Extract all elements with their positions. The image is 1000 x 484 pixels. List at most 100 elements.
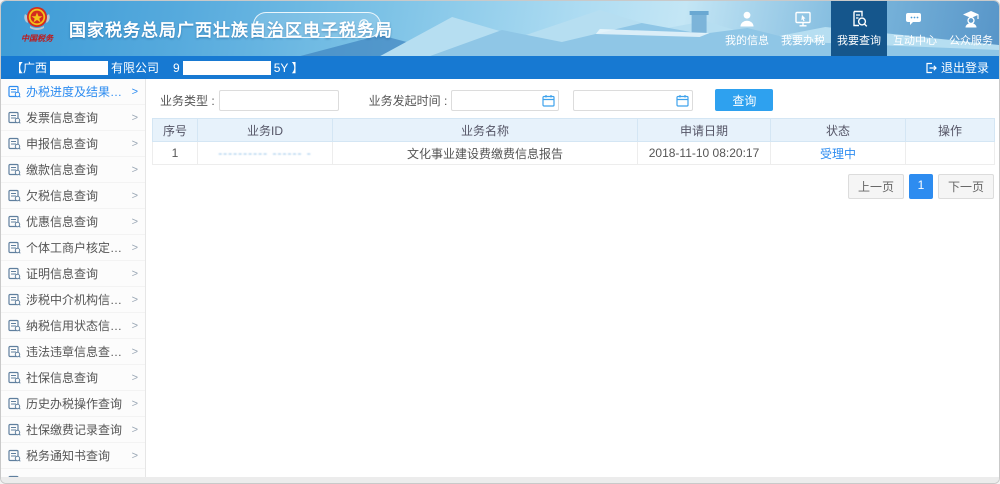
- prev-page-button[interactable]: 上一页: [847, 174, 904, 199]
- pagination: 上一页 1 下一页: [152, 174, 994, 199]
- sidebar-item-label: 缴款信息查询: [26, 163, 99, 177]
- company-name-prefix: 【广西: [11, 61, 48, 75]
- taxid-prefix: 9: [173, 60, 180, 75]
- menu-doc-icon: [8, 85, 21, 98]
- chevron-right-icon: >: [131, 397, 138, 410]
- chevron-right-icon: >: [131, 215, 138, 228]
- cell-action: [905, 141, 995, 165]
- search-icon: [359, 19, 372, 32]
- business-type-input[interactable]: [218, 89, 339, 111]
- menu-doc-icon: [8, 293, 21, 306]
- sidebar-item-label: 税务通知书查询: [26, 449, 111, 463]
- nav-label: 我的信息: [725, 35, 769, 47]
- cell-apply-date: 2018-11-10 08:20:17: [637, 141, 771, 165]
- cell-status-link[interactable]: 受理中: [820, 147, 856, 161]
- chevron-right-icon: >: [131, 267, 138, 280]
- sidebar-item-10[interactable]: 违法违章信息查询类 >: [1, 339, 145, 365]
- sidebar-item-1[interactable]: 发票信息查询 >: [1, 105, 145, 131]
- graduate-icon: [963, 11, 979, 28]
- menu-doc-icon: [8, 371, 21, 384]
- table-row: 1 ---------- ------ - 文化事业建设费缴费信息报告 2018…: [152, 141, 995, 165]
- sidebar-item-11[interactable]: 社保信息查询 >: [1, 365, 145, 391]
- chevron-right-icon: >: [131, 293, 138, 306]
- chevron-right-icon: >: [131, 345, 138, 358]
- chevron-right-icon: >: [131, 371, 138, 384]
- sidebar-item-label: 办税进度及结果信息查询: [26, 85, 129, 99]
- sidebar-item-5[interactable]: 优惠信息查询 >: [1, 209, 145, 235]
- main-content: 业务类型 : 业务发起时间 : 查询 序号 业务ID 业务名称 申请日期 状态 …: [146, 79, 999, 477]
- chat-icon: [906, 13, 921, 25]
- national-emblem-icon: [24, 7, 50, 30]
- nav-tax-handling[interactable]: 我要办税: [775, 1, 831, 56]
- redacted-company-name: [50, 60, 109, 75]
- sidebar-item-7[interactable]: 证明信息查询 >: [1, 261, 145, 287]
- sidebar-item-9[interactable]: 纳税信用状态信息查询>: [1, 313, 145, 339]
- menu-doc-icon: [8, 423, 21, 436]
- cell-seq: 1: [152, 141, 198, 165]
- col-seq: 序号: [152, 118, 198, 142]
- menu-doc-icon: [8, 449, 21, 462]
- company-name-suffix: 有限公司: [111, 61, 160, 75]
- menu-doc-icon: [8, 163, 21, 176]
- next-page-button[interactable]: 下一页: [937, 174, 994, 199]
- logout-icon: [926, 62, 937, 73]
- filter-bar: 业务类型 : 业务发起时间 : 查询: [152, 86, 991, 114]
- start-time-label: 业务发起时间 :: [368, 93, 448, 108]
- business-type-label: 业务类型 :: [160, 93, 215, 108]
- query-button[interactable]: 查询: [715, 89, 774, 111]
- nav-public-service[interactable]: 公众服务: [943, 1, 999, 56]
- app-window: 中国税务 国家税务总局广西壮族自治区电子税务局 我的信息 我要办税 我要查询 互…: [0, 0, 1000, 484]
- sidebar-item-8[interactable]: 涉税中介机构信息查询>: [1, 287, 145, 313]
- sidebar-item-12[interactable]: 历史办税操作查询 >: [1, 391, 145, 417]
- chevron-right-icon: >: [131, 423, 138, 436]
- menu-doc-icon: [8, 241, 21, 254]
- logo-caption: 中国税务: [21, 34, 53, 43]
- sidebar-item-3[interactable]: 缴款信息查询 >: [1, 157, 145, 183]
- sidebar-item-6[interactable]: 个体工商户核定定额信息查询>: [1, 235, 145, 261]
- date-to-input[interactable]: [573, 89, 694, 111]
- cell-biz-id-link[interactable]: ---------- ------ -: [218, 146, 312, 160]
- nav-interaction-center[interactable]: 互动中心: [887, 1, 943, 56]
- sidebar-item-15[interactable]: >: [1, 469, 145, 477]
- nav-query[interactable]: 我要查询: [831, 1, 887, 56]
- business-progress-table: 序号 业务ID 业务名称 申请日期 状态 操作 1 ---------- ---…: [152, 118, 995, 165]
- page-1-button[interactable]: 1: [908, 174, 933, 199]
- tax-bureau-logo: 中国税务: [9, 4, 65, 43]
- sidebar-item-14[interactable]: 税务通知书查询 >: [1, 443, 145, 469]
- col-apply-date: 申请日期: [637, 118, 771, 142]
- sidebar-item-2[interactable]: 申报信息查询 >: [1, 131, 145, 157]
- header-search-input[interactable]: [253, 12, 381, 38]
- menu-doc-icon: [8, 345, 21, 358]
- chevron-right-icon: >: [131, 319, 138, 332]
- chevron-right-icon: >: [131, 241, 138, 254]
- nav-label: 我要查询: [837, 35, 881, 47]
- menu-doc-icon: [8, 189, 21, 202]
- logout-button[interactable]: 退出登录: [925, 59, 989, 76]
- window-bottom-strip: [1, 477, 999, 483]
- top-navigation: 我的信息 我要办税 我要查询 互动中心 公众服务: [719, 1, 999, 56]
- sidebar-item-4[interactable]: 欠税信息查询 >: [1, 183, 145, 209]
- chevron-right-icon: >: [131, 111, 138, 124]
- sidebar-item-label: 纳税信用状态信息查询: [26, 319, 129, 333]
- sidebar-item-label: 个体工商户核定定额信息查询: [26, 241, 129, 255]
- chevron-right-icon: >: [131, 163, 138, 176]
- calendar-icon[interactable]: [676, 94, 689, 107]
- taxpayer-identity: 【广西 有限公司 9 5Y 】: [11, 59, 304, 76]
- user-icon: [740, 11, 754, 27]
- chevron-right-icon: >: [131, 449, 138, 462]
- nav-label: 公众服务: [949, 35, 993, 47]
- sidebar-item-13[interactable]: 社保缴费记录查询 >: [1, 417, 145, 443]
- calendar-icon[interactable]: [542, 94, 555, 107]
- user-info-bar: 【广西 有限公司 9 5Y 】 退出登录: [1, 56, 999, 79]
- nav-my-info[interactable]: 我的信息: [719, 1, 775, 56]
- col-biz-id: 业务ID: [197, 118, 333, 142]
- taxid-suffix: 5Y 】: [273, 61, 304, 75]
- sidebar-item-label: 社保缴费记录查询: [26, 423, 123, 437]
- sidebar-item-label: 社保信息查询: [26, 371, 99, 385]
- cell-biz-name: 文化事业建设费缴费信息报告: [332, 141, 638, 165]
- sidebar-item-0[interactable]: 办税进度及结果信息查询>: [1, 79, 145, 105]
- menu-doc-icon: [8, 319, 21, 332]
- sidebar-item-label: 历史办税操作查询: [26, 397, 123, 411]
- sidebar-item-label: 欠税信息查询: [26, 189, 99, 203]
- chevron-right-icon: >: [131, 137, 138, 150]
